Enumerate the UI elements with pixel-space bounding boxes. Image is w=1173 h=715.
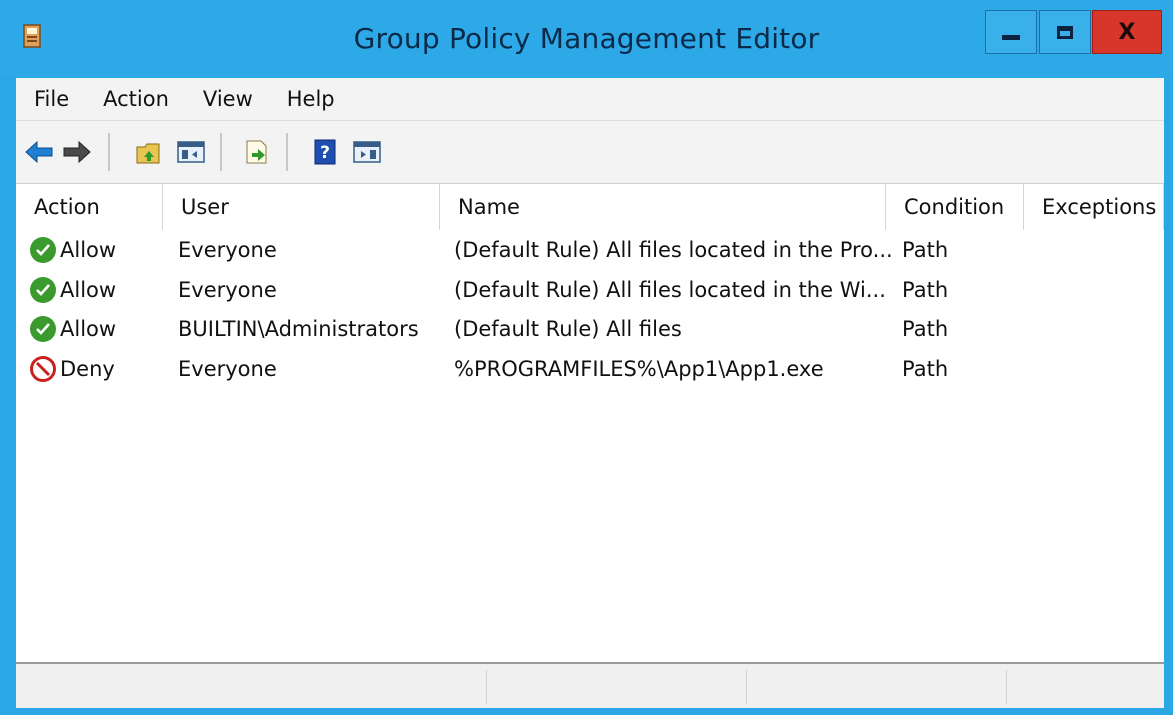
name-cell: %PROGRAMFILES%\App1\App1.exe	[454, 357, 824, 381]
menu-view[interactable]: View	[183, 87, 267, 111]
client-area: File Action View Help ? Action User Name…	[16, 78, 1164, 708]
name-cell: (Default Rule) All files located in the …	[454, 278, 886, 302]
forward-arrow-icon	[63, 140, 91, 164]
action-label: Allow	[60, 278, 117, 302]
up-one-level-button[interactable]	[134, 137, 164, 167]
action-cell: Allow	[30, 230, 116, 270]
menu-file[interactable]: File	[16, 87, 83, 111]
menu-bar: File Action View Help	[16, 78, 1164, 120]
status-bar	[16, 662, 1164, 708]
status-pane-divider	[746, 670, 747, 704]
up-folder-icon	[136, 143, 160, 164]
allow-check-icon	[30, 316, 56, 342]
menu-action[interactable]: Action	[83, 87, 183, 111]
allow-check-icon	[30, 277, 56, 303]
name-cell: (Default Rule) All files located in the …	[454, 238, 893, 262]
maximize-button[interactable]	[1039, 10, 1091, 54]
svg-text:?: ?	[320, 143, 330, 163]
name-cell: (Default Rule) All files	[454, 317, 682, 341]
export-list-button[interactable]	[242, 137, 272, 167]
column-header-user[interactable]: User	[163, 184, 440, 230]
table-row[interactable]: Allow BUILTIN\Administrators (Default Ru…	[16, 309, 1164, 349]
close-button[interactable]: X	[1092, 10, 1162, 54]
toolbar-separator	[220, 133, 222, 171]
condition-cell: Path	[902, 357, 949, 381]
column-header-action[interactable]: Action	[16, 184, 163, 230]
minimize-button[interactable]	[985, 10, 1037, 54]
user-cell: Everyone	[178, 357, 277, 381]
menu-help[interactable]: Help	[267, 87, 349, 111]
toolbar-separator	[286, 133, 288, 171]
help-button[interactable]: ?	[310, 137, 340, 167]
app-window: Group Policy Management Editor X File Ac…	[0, 0, 1173, 715]
minimize-icon	[1002, 34, 1020, 40]
condition-cell: Path	[902, 317, 949, 341]
action-label: Allow	[60, 238, 117, 262]
column-header-exceptions[interactable]: Exceptions	[1024, 184, 1164, 230]
toolbar-separator	[108, 133, 110, 171]
show-hide-tree-button[interactable]	[176, 137, 206, 167]
action-label: Allow	[60, 317, 117, 341]
action-cell: Allow	[30, 309, 116, 349]
forward-button[interactable]	[62, 137, 92, 167]
table-row[interactable]: Deny Everyone %PROGRAMFILES%\App1\App1.e…	[16, 349, 1164, 389]
show-hide-action-pane-icon	[353, 141, 381, 163]
column-header-name[interactable]: Name	[440, 184, 886, 230]
show-hide-console-tree-icon	[177, 141, 205, 163]
toolbar: ?	[16, 120, 1164, 184]
rules-list: Action User Name Condition Exceptions Al…	[16, 184, 1164, 662]
user-cell: BUILTIN\Administrators	[178, 317, 419, 341]
status-pane-divider	[486, 670, 487, 704]
user-cell: Everyone	[178, 238, 277, 262]
action-cell: Allow	[30, 270, 116, 310]
condition-cell: Path	[902, 278, 949, 302]
user-cell: Everyone	[178, 278, 277, 302]
table-row[interactable]: Allow Everyone (Default Rule) All files …	[16, 230, 1164, 270]
back-button[interactable]	[24, 137, 54, 167]
export-list-icon	[246, 140, 267, 164]
close-icon: X	[1118, 19, 1136, 45]
deny-prohibited-icon	[30, 356, 56, 382]
action-label: Deny	[60, 357, 115, 381]
column-header-condition[interactable]: Condition	[886, 184, 1024, 230]
help-icon: ?	[314, 139, 336, 165]
show-hide-action-pane-button[interactable]	[352, 137, 382, 167]
condition-cell: Path	[902, 238, 949, 262]
back-arrow-icon	[25, 140, 53, 164]
status-pane-divider	[1006, 670, 1007, 704]
allow-check-icon	[30, 237, 56, 263]
title-bar[interactable]: Group Policy Management Editor X	[0, 0, 1173, 78]
table-row[interactable]: Allow Everyone (Default Rule) All files …	[16, 270, 1164, 310]
action-cell: Deny	[30, 349, 115, 389]
maximize-icon	[1057, 25, 1073, 39]
